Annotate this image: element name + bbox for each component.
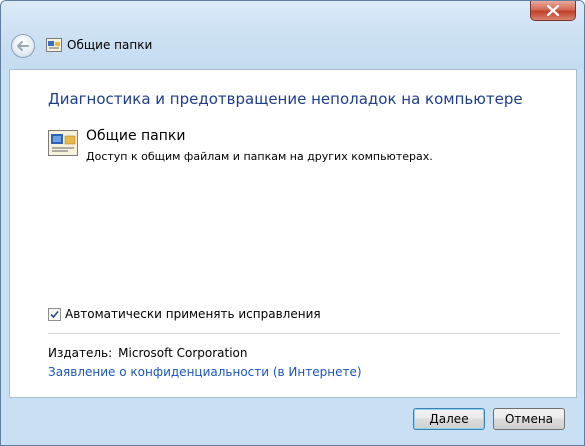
- content-area: Диагностика и предотвращение неполадок н…: [9, 69, 577, 398]
- auto-apply-label: Автоматически применять исправления: [65, 307, 321, 321]
- shared-folder-icon: [48, 130, 78, 156]
- checkmark-icon: [50, 310, 59, 318]
- separator: [48, 333, 560, 334]
- window-title: Общие папки: [67, 38, 153, 52]
- next-button[interactable]: Далее: [413, 408, 485, 430]
- privacy-statement-link[interactable]: Заявление о конфиденциальности (в Интерн…: [48, 365, 362, 379]
- troubleshooter-window: Общие папки Диагностика и предотвращение…: [0, 0, 585, 446]
- item-title: Общие папки: [86, 128, 186, 144]
- back-arrow-icon: [17, 41, 29, 51]
- close-button[interactable]: [530, 1, 576, 21]
- auto-apply-checkbox[interactable]: [48, 307, 61, 321]
- page-heading: Диагностика и предотвращение неполадок н…: [48, 90, 523, 108]
- publisher-row: Издатель: Microsoft Corporation: [48, 346, 247, 360]
- close-icon: [547, 5, 559, 16]
- publisher-value: Microsoft Corporation: [118, 346, 248, 360]
- title-bar: [1, 1, 584, 69]
- publisher-label: Издатель:: [48, 346, 113, 360]
- back-button[interactable]: [11, 34, 35, 58]
- auto-apply-checkbox-row[interactable]: Автоматически применять исправления: [48, 307, 321, 321]
- shared-folder-icon: [46, 38, 62, 52]
- item-description: Доступ к общим файлам и папкам на других…: [86, 150, 433, 163]
- cancel-button[interactable]: Отмена: [493, 408, 565, 430]
